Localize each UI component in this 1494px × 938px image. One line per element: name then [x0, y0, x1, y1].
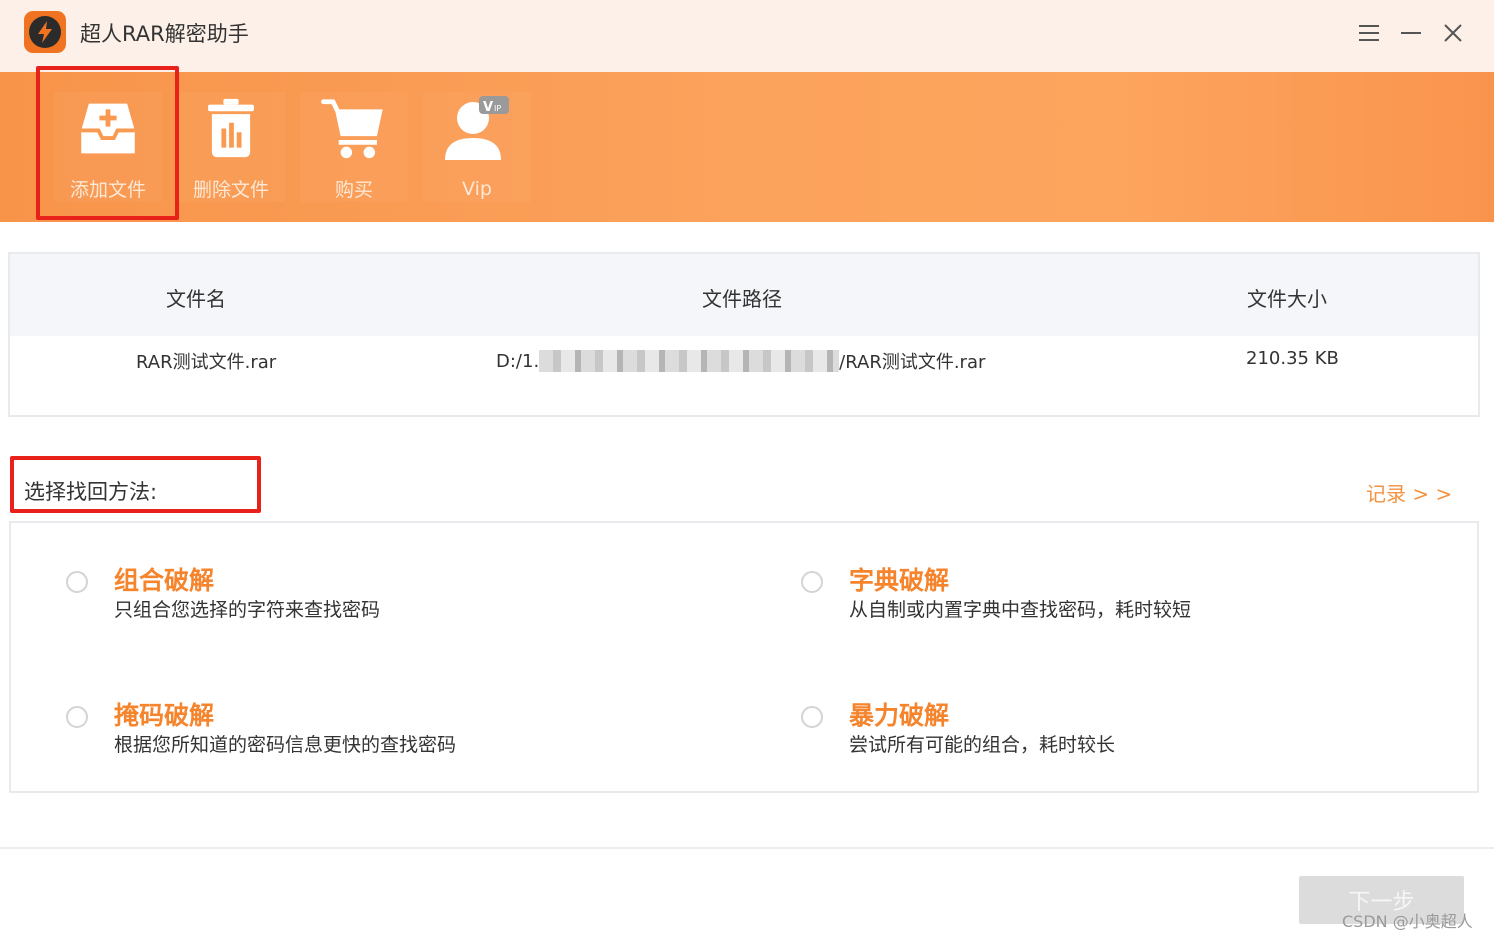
app-window: 超人RAR解密助手 添加文件 删除文件 购买 V IP Vip 文件名 文件路径…	[0, 0, 1494, 938]
header-filepath: 文件路径	[702, 287, 782, 311]
footer-divider	[0, 847, 1494, 849]
vip-label: Vip	[462, 178, 492, 200]
vip-button[interactable]: V IP Vip	[423, 92, 531, 202]
buy-button[interactable]: 购买	[300, 92, 408, 202]
minimize-icon[interactable]	[1394, 16, 1428, 50]
watermark: CSDN @小奥超人	[1342, 912, 1473, 931]
radio-brute-force[interactable]	[801, 706, 823, 728]
method-desc: 根据您所知道的密码信息更快的查找密码	[114, 734, 457, 756]
table-header: 文件名 文件路径 文件大小	[10, 254, 1478, 336]
path-suffix: /RAR测试文件.rar	[839, 352, 986, 373]
svg-text:V: V	[483, 100, 493, 115]
delete-file-button[interactable]: 删除文件	[177, 92, 285, 202]
radio-combination[interactable]	[66, 571, 88, 593]
close-icon[interactable]	[1436, 16, 1470, 50]
file-table: 文件名 文件路径 文件大小 RAR测试文件.rar D:/1. /RAR测试文件…	[8, 252, 1480, 417]
path-prefix: D:/1.	[496, 350, 540, 372]
buy-label: 购买	[334, 179, 373, 201]
cell-filepath: D:/1. /RAR测试文件.rar	[496, 348, 985, 374]
vip-user-icon: V IP	[445, 96, 509, 160]
cart-icon	[321, 99, 383, 159]
radio-mask[interactable]	[66, 706, 88, 728]
method-title: 字典破解	[849, 566, 950, 595]
record-link[interactable]: 记录 > >	[1366, 478, 1452, 507]
cell-filename: RAR测试文件.rar	[136, 352, 277, 373]
method-title: 暴力破解	[849, 701, 950, 730]
radio-dictionary[interactable]	[801, 571, 823, 593]
method-desc: 只组合您选择的字符来查找密码	[114, 599, 381, 621]
svg-text:IP: IP	[494, 104, 501, 113]
method-title: 掩码破解	[114, 701, 215, 730]
menu-icon[interactable]	[1352, 16, 1386, 50]
methods-panel: 组合破解 只组合您选择的字符来查找密码 字典破解 从自制或内置字典中查找密码，耗…	[9, 521, 1479, 793]
header-filesize: 文件大小	[1247, 287, 1327, 311]
method-desc: 从自制或内置字典中查找密码，耗时较短	[849, 599, 1192, 621]
toolbar: 添加文件 删除文件 购买 V IP Vip	[0, 72, 1494, 222]
method-section-label: 选择找回方法:	[24, 480, 158, 504]
method-desc: 尝试所有可能的组合，耗时较长	[849, 734, 1116, 756]
add-file-button[interactable]: 添加文件	[54, 92, 162, 202]
redacted-path	[539, 350, 840, 372]
cell-filesize: 210.35 KB	[1246, 348, 1339, 369]
method-title: 组合破解	[114, 566, 215, 595]
trash-icon	[208, 98, 254, 158]
app-logo-icon	[24, 11, 66, 53]
add-file-icon	[81, 103, 135, 154]
app-title: 超人RAR解密助手	[80, 22, 249, 46]
add-file-label: 添加文件	[69, 179, 146, 201]
delete-file-label: 删除文件	[192, 179, 269, 201]
title-bar: 超人RAR解密助手	[0, 0, 1494, 72]
header-filename: 文件名	[166, 287, 226, 311]
